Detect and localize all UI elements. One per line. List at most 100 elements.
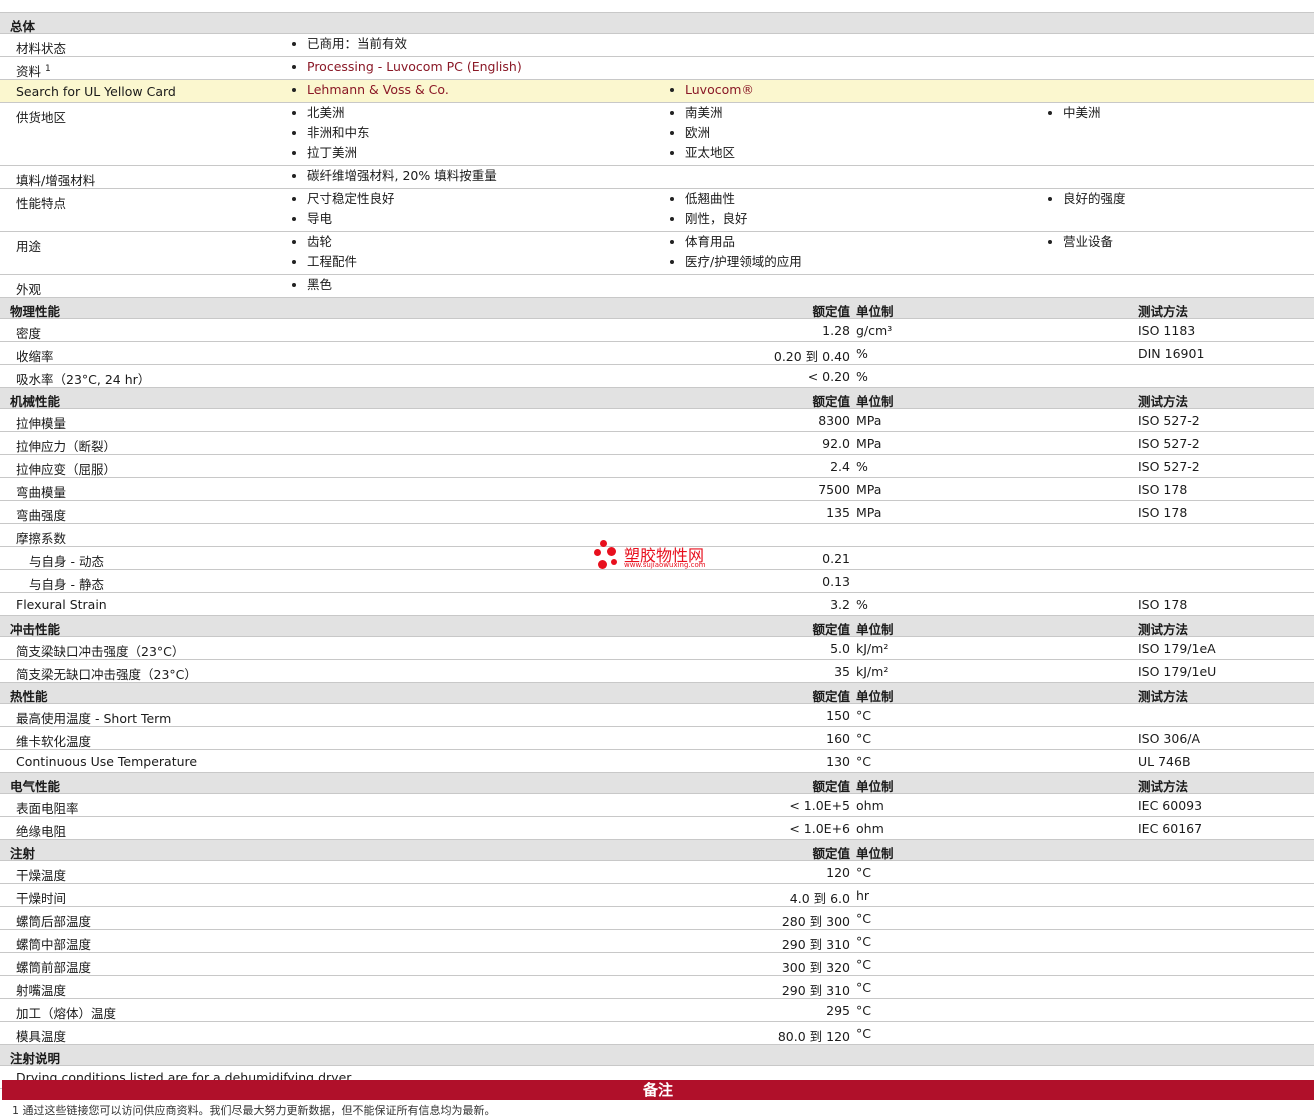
row-unit: °C xyxy=(856,1026,871,1041)
bullet-value: 碳纤维增强材料, 20% 填料按重量 xyxy=(290,166,497,186)
literature-link[interactable]: Processing - Luvocom PC (English) xyxy=(290,57,522,77)
section-impact: 冲击性能 额定值 单位制 测试方法 xyxy=(0,616,1314,637)
row-value: 4.0 到 6.0 xyxy=(789,891,850,906)
row-unit: °C xyxy=(856,708,871,723)
header-unit: 单位制 xyxy=(856,622,894,637)
row-features: 性能特点 尺寸稳定性良好 导电 低翘曲性 刚性，良好 良好的强度 xyxy=(0,189,1314,232)
row-unit: °C xyxy=(856,911,871,926)
bullet-value: 已商用：当前有效 xyxy=(290,34,407,54)
list-item: 北美洲 xyxy=(290,103,370,123)
row-unit: % xyxy=(856,369,868,384)
row-label: 拉伸应力（断裂） xyxy=(16,439,117,454)
header-value: 额定值 xyxy=(812,846,850,861)
table-row: 最高使用温度 - Short Term 150 °C xyxy=(0,704,1314,727)
row-value: 135 xyxy=(826,505,850,520)
section-thermal: 热性能 额定值 单位制 测试方法 xyxy=(0,683,1314,704)
row-test-method: ISO 178 xyxy=(1138,597,1188,612)
row-value: 1.28 xyxy=(822,323,850,338)
row-value: 8300 xyxy=(818,413,850,428)
row-label: 射嘴温度 xyxy=(16,983,67,998)
table-row: Flexural Strain 3.2% ISO 178 xyxy=(0,593,1314,616)
row-label: Flexural Strain xyxy=(16,597,107,612)
header-unit: 单位制 xyxy=(856,304,894,319)
row-label: 拉伸应变（屈服） xyxy=(16,462,117,477)
table-row: 收缩率 0.20 到 0.40% DIN 16901 xyxy=(0,342,1314,365)
table-row: 弯曲模量 7500 MPa ISO 178 xyxy=(0,478,1314,501)
row-label: 填料/增强材料 xyxy=(16,173,96,188)
table-row: 维卡软化温度 160 °C ISO 306/A xyxy=(0,727,1314,750)
table-row: 拉伸模量 8300 MPa ISO 527-2 xyxy=(0,409,1314,432)
row-label: 资料 1 xyxy=(16,63,51,79)
supplier-link[interactable]: Lehmann & Voss & Co. xyxy=(290,80,449,100)
table-row: 螺筒后部温度 280 到 300 °C xyxy=(0,907,1314,930)
row-unit: °C xyxy=(856,980,871,995)
list-item: 欧洲 xyxy=(668,123,735,143)
row-unit: °C xyxy=(856,731,871,746)
header-test-method: 测试方法 xyxy=(1138,779,1189,794)
row-value: 5.0 xyxy=(830,641,850,656)
list-item: 导电 xyxy=(290,209,395,229)
table-row: 拉伸应变（屈服） 2.4% ISO 527-2 xyxy=(0,455,1314,478)
row-label: 弯曲强度 xyxy=(16,508,67,523)
row-value: 7500 xyxy=(818,482,850,497)
row-value: < 0.20 xyxy=(807,369,850,384)
row-unit: g/cm³ xyxy=(856,323,893,338)
list-item: 拉丁美洲 xyxy=(290,143,370,163)
row-value: 0.20 到 0.40 xyxy=(773,349,850,364)
row-value: 2.4 xyxy=(830,459,850,474)
section-title: 热性能 xyxy=(10,689,48,704)
header-unit: 单位制 xyxy=(856,846,894,861)
row-label: 与自身 - 静态 xyxy=(29,577,104,592)
row-unit: ohm xyxy=(856,821,884,836)
row-value: 92.0 xyxy=(822,436,850,451)
row-label: 密度 xyxy=(16,326,42,341)
table-row: 简支梁缺口冲击强度（23°C） 5.0 kJ/m² ISO 179/1eA xyxy=(0,637,1314,660)
list-item: 体育用品 xyxy=(668,232,802,252)
header-value: 额定值 xyxy=(812,394,850,409)
header-test-method: 测试方法 xyxy=(1138,394,1189,409)
table-row: 干燥时间 4.0 到 6.0 hr xyxy=(0,884,1314,907)
row-unit: % xyxy=(856,346,868,361)
table-row: 密度 1.28 g/cm³ ISO 1183 xyxy=(0,319,1314,342)
header-test-method: 测试方法 xyxy=(1138,304,1189,319)
row-label: 用途 xyxy=(16,239,42,254)
row-test-method: ISO 527-2 xyxy=(1138,459,1200,474)
row-value: 160 xyxy=(826,731,850,746)
table-row: 干燥温度 120 °C xyxy=(0,861,1314,884)
header-value: 额定值 xyxy=(812,304,850,319)
table-row: 吸水率（23°C, 24 hr） < 0.20% xyxy=(0,365,1314,388)
row-label: 性能特点 xyxy=(16,196,67,211)
list-item: 非洲和中东 xyxy=(290,123,370,143)
list-item: 南美洲 xyxy=(668,103,735,123)
row-material-status: 材料状态 已商用：当前有效 xyxy=(0,34,1314,57)
row-value: 290 到 310 xyxy=(781,937,850,952)
watermark-url: www.sujiaowuxing.com xyxy=(624,561,706,569)
row-label: 拉伸模量 xyxy=(16,416,67,431)
table-row: 简支梁无缺口冲击强度（23°C） 35 kJ/m² ISO 179/1eU xyxy=(0,660,1314,683)
header-value: 额定值 xyxy=(812,779,850,794)
row-unit: °C xyxy=(856,1003,871,1018)
list-item: 医疗/护理领域的应用 xyxy=(668,252,802,272)
row-test-method: IEC 60093 xyxy=(1138,798,1203,813)
row-unit: MPa xyxy=(856,482,882,497)
row-test-method: ISO 179/1eU xyxy=(1138,664,1217,679)
row-label: 维卡软化温度 xyxy=(16,734,92,749)
row-value: 295 xyxy=(826,1003,850,1018)
row-label: 简支梁缺口冲击强度（23°C） xyxy=(16,644,185,659)
watermark-logo: 塑胶物性网 www.sujiaowuxing.com xyxy=(594,540,734,574)
row-label: 干燥时间 xyxy=(16,891,67,906)
row-value: 130 xyxy=(826,754,850,769)
row-value: < 1.0E+5 xyxy=(789,798,850,813)
section-title: 总体 xyxy=(10,19,36,34)
row-label: 最高使用温度 - Short Term xyxy=(16,711,172,726)
row-label: 外观 xyxy=(16,282,42,297)
header-unit: 单位制 xyxy=(856,779,894,794)
section-mechanical: 机械性能 额定值 单位制 测试方法 xyxy=(0,388,1314,409)
footnote-mark: 1 xyxy=(45,63,51,74)
top-border xyxy=(0,0,1314,13)
header-test-method: 测试方法 xyxy=(1138,689,1189,704)
row-value: 280 到 300 xyxy=(781,914,850,929)
row-label: 收缩率 xyxy=(16,349,54,364)
header-unit: 单位制 xyxy=(856,689,894,704)
brand-link[interactable]: Luvocom® xyxy=(668,80,754,100)
